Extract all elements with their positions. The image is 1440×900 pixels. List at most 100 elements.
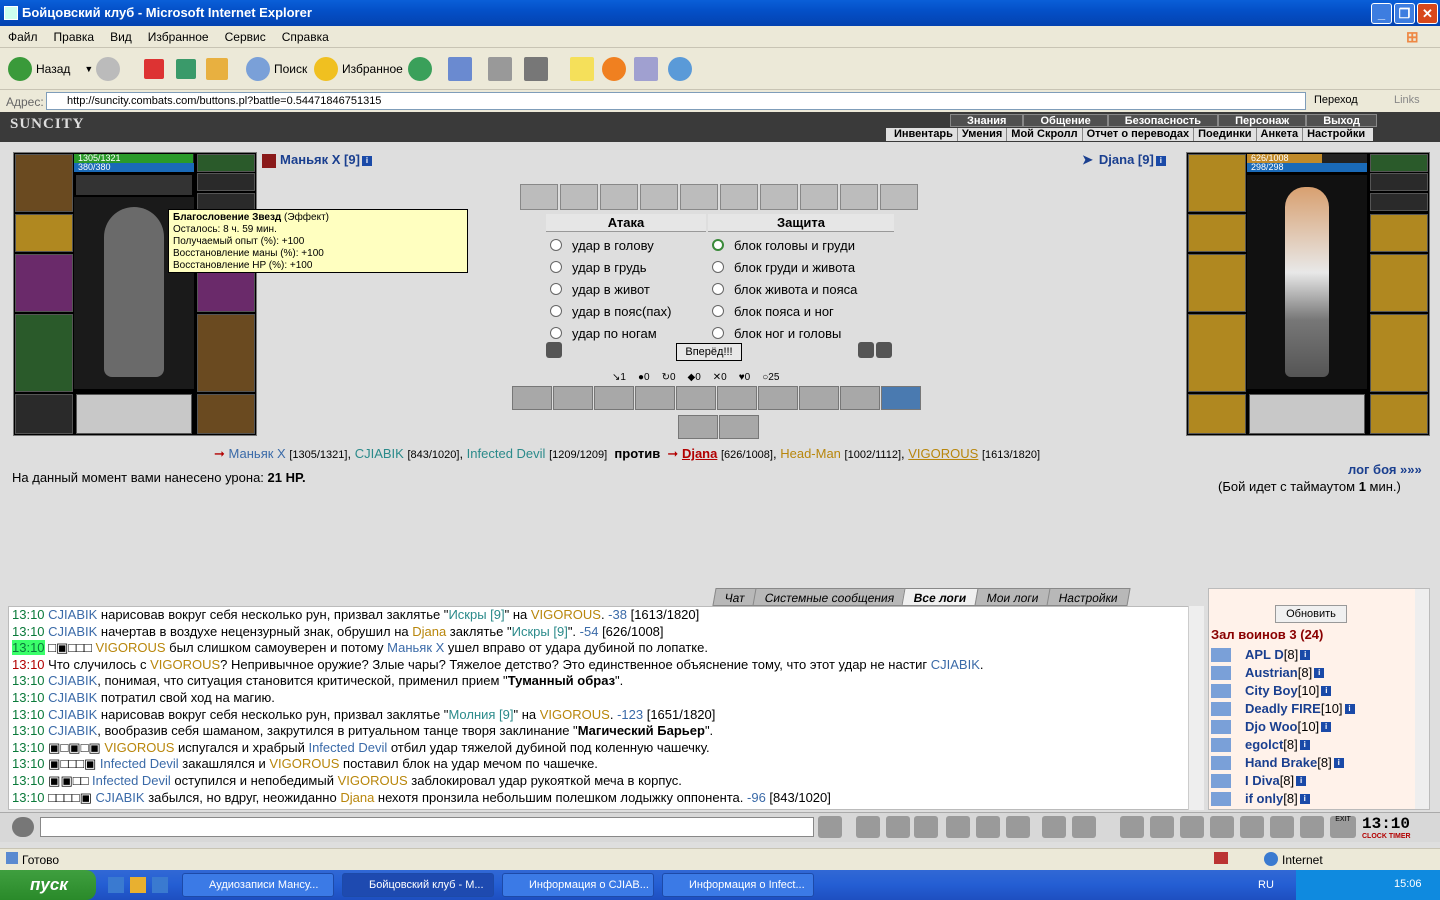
- player-list-item[interactable]: I Diva [8] i: [1211, 773, 1307, 788]
- tab-all-logs[interactable]: Все логи: [901, 588, 980, 606]
- defense-option[interactable]: блок живота и пояса: [708, 278, 894, 300]
- print-button[interactable]: [488, 56, 516, 82]
- attack-option[interactable]: удар в грудь: [546, 256, 706, 278]
- nav-settings[interactable]: Настройки: [1303, 128, 1369, 141]
- radio-button[interactable]: [550, 327, 562, 339]
- skill-button[interactable]: [594, 386, 634, 410]
- info-icon[interactable]: i: [1299, 739, 1310, 750]
- player-name[interactable]: Маньяк X [9] i: [262, 152, 372, 168]
- close-button[interactable]: ✕: [1417, 3, 1438, 24]
- mail-button[interactable]: [448, 56, 476, 82]
- player-list-item[interactable]: if only [8] i: [1211, 791, 1310, 806]
- player-list-item[interactable]: Djo Woo [10] i: [1211, 719, 1332, 734]
- armor-slot[interactable]: [1188, 314, 1246, 392]
- gifts-icon[interactable]: [1270, 816, 1294, 838]
- bank-icon[interactable]: [1240, 816, 1264, 838]
- nav-knowledge[interactable]: Знания: [950, 114, 1024, 127]
- ie-quicklaunch-icon[interactable]: [108, 877, 124, 893]
- private-message-icon[interactable]: [1211, 791, 1231, 806]
- skill-button[interactable]: [678, 415, 718, 439]
- earring-slot[interactable]: [1370, 154, 1428, 172]
- scroll-slot[interactable]: [840, 184, 878, 210]
- task-button-active[interactable]: Бойцовский клуб - М...: [342, 873, 494, 897]
- skill-button[interactable]: [635, 386, 675, 410]
- skill-button[interactable]: [512, 386, 552, 410]
- nav-fights[interactable]: Поединки: [1194, 128, 1257, 141]
- go-button[interactable]: Переход: [1314, 94, 1358, 106]
- task-button[interactable]: Информация о CJIAB...: [502, 873, 654, 897]
- menu-edit[interactable]: Правка: [46, 26, 103, 44]
- info-icon[interactable]: i: [1321, 685, 1332, 696]
- language-indicator[interactable]: RU: [1258, 879, 1274, 891]
- info-icon[interactable]: i: [1333, 757, 1344, 768]
- team1-member[interactable]: Маньяк X: [229, 446, 286, 461]
- info-icon[interactable]: i: [361, 155, 372, 166]
- player-list-item[interactable]: egolct [8] i: [1211, 737, 1310, 752]
- earring-slot[interactable]: [197, 154, 255, 172]
- skill-button[interactable]: [840, 386, 880, 410]
- notes-button[interactable]: [570, 56, 598, 82]
- friends-icon[interactable]: [1180, 816, 1204, 838]
- bracer-slot[interactable]: [1188, 214, 1246, 252]
- tab-system[interactable]: Системные сообщения: [752, 588, 908, 606]
- menu-file[interactable]: Файл: [0, 26, 46, 44]
- info-icon[interactable]: i: [1344, 703, 1355, 714]
- map-icon[interactable]: [1072, 816, 1096, 838]
- nav-skills[interactable]: Умения: [958, 128, 1008, 141]
- quest-icon[interactable]: [1150, 816, 1174, 838]
- chat-input[interactable]: [40, 817, 814, 837]
- quicklaunch-icon[interactable]: [130, 877, 146, 893]
- save-icon[interactable]: [914, 816, 938, 838]
- player-list-item[interactable]: APL D [8] i: [1211, 647, 1311, 662]
- skill-button[interactable]: [719, 415, 759, 439]
- private-message-icon[interactable]: [1211, 773, 1231, 788]
- player-list-item[interactable]: Hand Brake [8] i: [1211, 755, 1344, 770]
- scroll-slot[interactable]: [520, 184, 558, 210]
- info-icon[interactable]: i: [1299, 793, 1310, 804]
- team2-member[interactable]: VIGOROUS: [908, 446, 978, 461]
- tab-chat[interactable]: Чат: [712, 588, 758, 606]
- start-button[interactable]: пуск: [0, 870, 96, 900]
- skill-button[interactable]: [799, 386, 839, 410]
- helmet-slot[interactable]: [15, 154, 73, 212]
- runes-slots[interactable]: [76, 394, 192, 434]
- shield-icon[interactable]: [546, 342, 562, 358]
- private-message-icon[interactable]: [1211, 737, 1231, 752]
- ring-slot[interactable]: [1370, 193, 1428, 211]
- list-scrollbar[interactable]: [1415, 589, 1429, 809]
- stop-button[interactable]: [144, 56, 168, 82]
- nav-communication[interactable]: Общение: [1023, 114, 1108, 127]
- skill-button[interactable]: [717, 386, 757, 410]
- team2-member-target[interactable]: Djana: [682, 446, 717, 461]
- helmet-slot[interactable]: [1188, 154, 1246, 212]
- pants-slot[interactable]: [197, 314, 255, 392]
- skill-button[interactable]: [881, 386, 921, 410]
- clan-icon[interactable]: [1210, 816, 1234, 838]
- belt-slot[interactable]: [15, 394, 73, 434]
- attack-option[interactable]: удар в пояс(пах): [546, 300, 706, 322]
- popup-blocker-icon[interactable]: [1214, 852, 1228, 864]
- radio-button[interactable]: [712, 327, 724, 339]
- defense-option[interactable]: блок пояса и ног: [708, 300, 894, 322]
- quicklaunch-icon[interactable]: [152, 877, 168, 893]
- minimize-button[interactable]: _: [1371, 3, 1392, 24]
- nav-security[interactable]: Безопасность: [1107, 114, 1219, 127]
- nav-my-scroll[interactable]: Мой Скролл: [1007, 128, 1083, 141]
- armor-slot[interactable]: [15, 314, 73, 392]
- tab-my-logs[interactable]: Мои логи: [974, 588, 1052, 606]
- nav-profile[interactable]: Анкета: [1257, 128, 1304, 141]
- skill-button[interactable]: [553, 386, 593, 410]
- radio-button[interactable]: [550, 261, 562, 273]
- private-message-icon[interactable]: [1211, 647, 1231, 662]
- skill-button[interactable]: [758, 386, 798, 410]
- auto-battle-icon[interactable]: [876, 342, 892, 358]
- private-message-icon[interactable]: [1211, 665, 1231, 680]
- info-icon[interactable]: i: [1300, 649, 1311, 660]
- info-icon[interactable]: i: [1321, 721, 1332, 732]
- at-button[interactable]: [602, 56, 630, 82]
- refresh-list-button[interactable]: Обновить: [1275, 605, 1347, 623]
- nav-exit[interactable]: Выход: [1306, 114, 1377, 127]
- task-button[interactable]: Информация о Infect...: [662, 873, 814, 897]
- search-button[interactable]: Поиск: [246, 56, 307, 82]
- boots-slot[interactable]: [1370, 394, 1428, 434]
